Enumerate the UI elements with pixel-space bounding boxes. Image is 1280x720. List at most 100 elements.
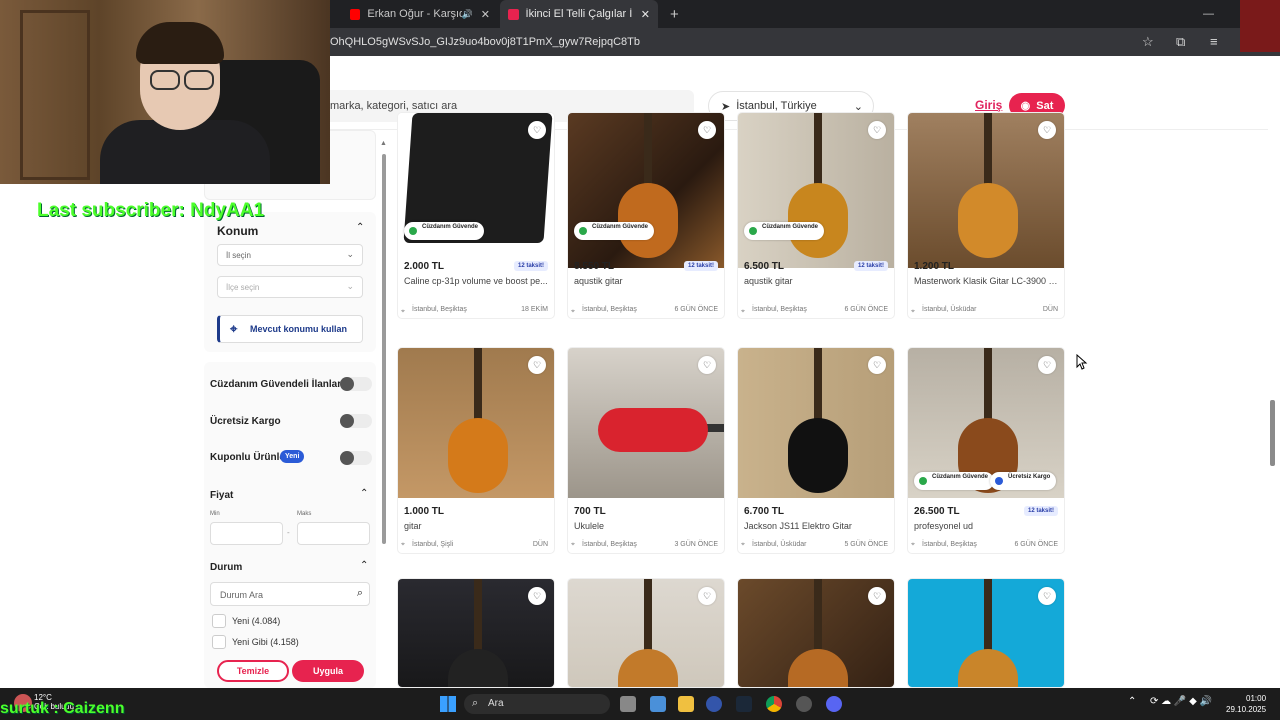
listing-title[interactable]: gitar	[404, 521, 550, 531]
favorite-heart-icon[interactable]: ♡	[868, 121, 886, 139]
discord-icon[interactable]	[826, 696, 842, 712]
installment-badge: 12 taksit!	[853, 261, 888, 271]
favorite-heart-icon[interactable]: ♡	[528, 587, 546, 605]
listing-title[interactable]: profesyonel ud	[914, 521, 1060, 531]
bookmark-star-icon[interactable]: ☆	[1142, 34, 1154, 50]
favorite-heart-icon[interactable]: ♡	[698, 356, 716, 374]
favorite-heart-icon[interactable]: ♡	[528, 356, 546, 374]
durum-search-input[interactable]: Durum Ara ⌕	[210, 582, 370, 606]
instrument-body	[598, 408, 708, 452]
listing-title[interactable]: Ukulele	[574, 521, 720, 531]
listing-card[interactable]: ♡ 1.200 TL Masterwork Klasik Gitar LC-3900…	[907, 112, 1065, 319]
close-tab-icon[interactable]: ✕	[641, 8, 650, 21]
chrome-icon[interactable]	[766, 696, 782, 712]
listing-price: 6.500 TL	[744, 261, 785, 272]
listing-card[interactable]: ♡ Cüzdanım Güvende 8.550 TL aqustik gitar 12…	[567, 112, 725, 319]
toggle-knob	[340, 377, 354, 391]
max-price-input[interactable]	[297, 522, 370, 545]
current-location-button[interactable]: ⌖ Mevcut konumu kullan	[217, 315, 363, 343]
instrument-neck	[814, 113, 822, 193]
sidebar-scrollbar[interactable]: ▲	[380, 140, 388, 680]
favorite-heart-icon[interactable]: ♡	[1038, 121, 1056, 139]
page-scrollbar-thumb[interactable]	[1270, 400, 1275, 466]
crosshair-icon: ⌖	[230, 321, 238, 336]
tray-icons[interactable]: ⟳ ☁ 🎤 ◆ 🔊	[1150, 696, 1212, 707]
listing-card[interactable]: ♡ 700 TL Ukulele ⌖ İstanbul, Beşiktaş 3 GÜN Ö…	[567, 347, 725, 554]
dolap-icon	[508, 8, 519, 20]
listing-card[interactable]: ♡ 6.700 TL Jackson JS11 Elektro Gitar ⌖ İsta…	[737, 347, 895, 554]
favorite-heart-icon[interactable]: ♡	[1038, 356, 1056, 374]
cam-person-hair	[136, 22, 224, 64]
taskbar-search[interactable]: ⌕ Ara	[464, 694, 610, 714]
menu-icon[interactable]: ≡	[1210, 34, 1218, 49]
location-label: İstanbul, Türkiye	[736, 100, 817, 112]
listing-date: 6 GÜN ÖNCE	[844, 306, 888, 313]
coupon-toggle[interactable]	[340, 451, 372, 465]
tray-chevron-icon[interactable]: ⌃	[1128, 696, 1136, 707]
listing-card[interactable]: ♡ 1.000 TL gitar ⌖ İstanbul, Şişli DÜN	[397, 347, 555, 554]
scroll-up-icon[interactable]: ▲	[380, 140, 387, 147]
listing-card[interactable]: ♡ Cüzdanım Güvende 2.000 TL Caline cp-31p v…	[397, 112, 555, 319]
installment-badge: 12 taksit!	[683, 261, 718, 271]
widgets-icon[interactable]	[650, 696, 666, 712]
favorite-heart-icon[interactable]: ♡	[528, 121, 546, 139]
chevron-up-icon[interactable]: ⌃	[360, 560, 368, 571]
instrument-neck	[984, 113, 992, 193]
listing-card[interactable]: ♡ Cüzdanım Güvende Ücretsiz Kargo 26.500 TL…	[907, 347, 1065, 554]
listing-card[interactable]: ♡	[907, 578, 1065, 688]
scrollbar-thumb[interactable]	[382, 154, 386, 544]
listing-title[interactable]: Masterwork Klasik Gitar LC-3900 O...	[914, 276, 1060, 286]
steam-icon[interactable]	[736, 696, 752, 712]
task-view-icon[interactable]	[620, 696, 636, 712]
favorite-heart-icon[interactable]: ♡	[698, 587, 716, 605]
il-select[interactable]: İl seçin ⌄	[217, 244, 363, 266]
free-shipping-toggle[interactable]	[340, 414, 372, 428]
toggle-knob	[340, 451, 354, 465]
wallet-safe-toggle[interactable]	[340, 377, 372, 391]
current-location-label: Mevcut konumu kullan	[250, 324, 348, 334]
tab-dolap[interactable]: İkinci El Telli Çalgılar İlanları ve ✕	[500, 0, 658, 28]
system-clock[interactable]: 01:00 29.10.2025	[1226, 693, 1266, 715]
favorite-heart-icon[interactable]: ♡	[868, 356, 886, 374]
durum-checkbox[interactable]	[212, 635, 226, 649]
listing-location: İstanbul, Şişli	[412, 541, 454, 548]
apply-button[interactable]: Uygula	[292, 660, 364, 682]
min-price-input[interactable]	[210, 522, 283, 545]
windows-start-icon[interactable]	[440, 696, 456, 712]
instrument-neck	[474, 579, 482, 659]
listing-title[interactable]: Caline cp-31p volume ve boost pe...	[404, 276, 550, 286]
login-link[interactable]: Giriş	[975, 98, 1002, 112]
badge-label: Cüzdanım Güvende	[422, 224, 479, 230]
listing-date: DÜN	[1042, 306, 1058, 313]
extensions-icon[interactable]: ⧉	[1176, 34, 1185, 50]
favorite-heart-icon[interactable]: ♡	[868, 587, 886, 605]
file-explorer-icon[interactable]	[678, 696, 694, 712]
listing-location: İstanbul, Beşiktaş	[752, 306, 807, 313]
chevron-up-icon[interactable]: ⌃	[356, 222, 364, 233]
listing-title[interactable]: Jackson JS11 Elektro Gitar	[744, 521, 890, 531]
taskbar-search-label: Ara	[488, 698, 504, 709]
konum-title: Konum	[217, 224, 259, 238]
listing-card[interactable]: ♡	[397, 578, 555, 688]
min-label: Min	[210, 511, 220, 517]
url-field[interactable]: OhQHLO5gWSvSJo_GIJz9uo4bov0j8T1PmX_gyw7R…	[330, 36, 640, 48]
ilce-select[interactable]: İlçe seçin ⌄	[217, 276, 363, 298]
listing-title[interactable]: aqustik gitar	[574, 276, 720, 286]
clear-button[interactable]: Temizle	[217, 660, 289, 682]
listing-card[interactable]: ♡ Cüzdanım Güvende 6.500 TL aqustik gitar 12…	[737, 112, 895, 319]
listing-title[interactable]: aqustik gitar	[744, 276, 890, 286]
listing-card[interactable]: ♡	[737, 578, 895, 688]
chevron-up-icon[interactable]: ⌃	[360, 488, 368, 499]
app-icon[interactable]	[706, 696, 722, 712]
tab-erkan-ogur[interactable]: Erkan Oğur - Karşıda Görün 🔊 ✕	[342, 0, 498, 28]
durum-checkbox[interactable]	[212, 614, 226, 628]
listing-card[interactable]: ♡	[567, 578, 725, 688]
close-tab-icon[interactable]: ✕	[481, 8, 490, 21]
listing-date: 5 GÜN ÖNCE	[844, 541, 888, 548]
new-tab-icon[interactable]: +	[662, 0, 682, 28]
favorite-heart-icon[interactable]: ♡	[698, 121, 716, 139]
obs-icon[interactable]	[796, 696, 812, 712]
minimize-icon[interactable]: —	[1195, 0, 1215, 28]
favorite-heart-icon[interactable]: ♡	[1038, 587, 1056, 605]
location-pin-icon: ⌖	[741, 541, 745, 548]
